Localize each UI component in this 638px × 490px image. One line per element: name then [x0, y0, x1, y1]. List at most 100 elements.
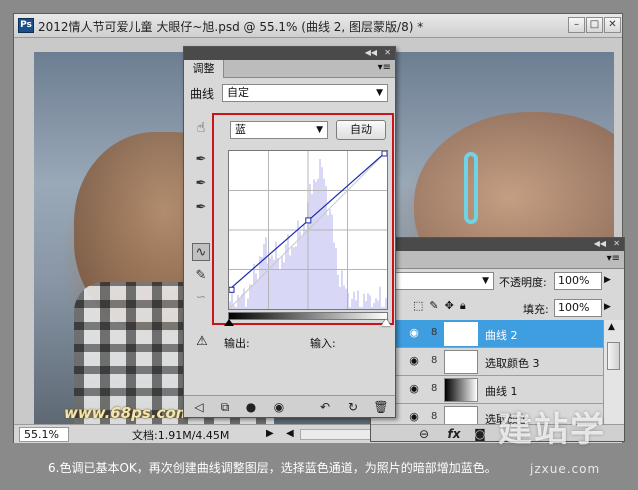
zoom-field[interactable]: 55.1%	[19, 427, 69, 442]
layer-row[interactable]: ◉ 8 曲线 2	[371, 320, 603, 348]
collapse-icon[interactable]: ◀◀	[365, 48, 377, 57]
document-title: 2012情人节可爱儿童 大眼仔~旭.psd @ 55.1% (曲线 2, 图层蒙…	[38, 20, 424, 34]
auto-button[interactable]: 自动	[336, 120, 386, 140]
lock-transparency-icon[interactable]: ⬚	[413, 299, 429, 312]
curve-control-point[interactable]	[305, 217, 312, 224]
panel-menu-icon[interactable]: ▾≡	[378, 62, 391, 73]
histogram-bar	[339, 287, 341, 309]
reset-prev-icon[interactable]: ↶	[316, 399, 334, 415]
scroll-thumb[interactable]	[607, 342, 620, 370]
histogram-bar	[299, 231, 301, 309]
histogram-bar	[273, 259, 275, 309]
histogram-bar	[295, 246, 297, 309]
scroll-left-icon[interactable]: ◀	[286, 428, 294, 439]
clip-icon[interactable]: ⧉	[216, 399, 234, 415]
eye-icon[interactable]: ◉	[407, 382, 421, 396]
curves-graph[interactable]	[228, 150, 388, 310]
curve-control-point[interactable]	[228, 286, 235, 293]
eye-icon[interactable]: ◉	[407, 410, 421, 424]
histogram-bar	[329, 209, 331, 309]
adjustments-panel-header[interactable]: ◀◀ ✕	[184, 47, 395, 60]
histogram-bar	[369, 295, 371, 309]
histogram-bar	[357, 290, 359, 309]
curves-chart[interactable]	[228, 150, 388, 310]
gray-eyedropper-icon[interactable]: ✒	[192, 175, 210, 193]
tab-adjustments[interactable]: 调整	[184, 60, 224, 78]
histogram-bar	[303, 224, 305, 309]
layer-mask-thumbnail[interactable]	[444, 406, 478, 424]
histogram-bar	[289, 255, 291, 309]
preset-select[interactable]: 自定 ▼	[222, 84, 388, 102]
white-eyedropper-icon[interactable]: ✒	[192, 199, 210, 217]
status-menu-arrow-icon[interactable]: ▶	[266, 428, 274, 439]
adjustments-bottom-bar: ◁ ⧉ ● ◉ ↶ ↻ 🗑︎	[184, 395, 395, 417]
layer-row[interactable]: ◉ 8 曲线 1	[371, 376, 603, 404]
curve-control-point[interactable]	[381, 150, 388, 157]
reset-icon[interactable]: ↻	[344, 399, 362, 415]
eye-icon[interactable]: ◉	[407, 326, 421, 340]
smooth-icon[interactable]: ∽	[192, 289, 210, 307]
histogram-bar	[271, 255, 273, 309]
mask-icon[interactable]: ◙	[471, 426, 489, 441]
chain-icon[interactable]: 8	[431, 355, 437, 366]
channel-select[interactable]: 蓝 ▼	[230, 121, 328, 139]
opacity-arrow-icon[interactable]: ▶	[604, 275, 611, 285]
eye-icon[interactable]: ◉	[407, 354, 421, 368]
histogram-bar	[383, 307, 385, 309]
histogram-bar	[287, 234, 289, 309]
trash-icon[interactable]: 🗑︎	[372, 399, 390, 415]
histogram-bar	[261, 257, 263, 309]
link-icon[interactable]: ⊖	[415, 426, 433, 441]
histogram-bar	[237, 294, 239, 309]
lock-position-icon[interactable]: ✥	[445, 299, 460, 312]
maximize-icon[interactable]: □	[586, 17, 603, 33]
title-bar[interactable]: Ps 2012情人节可爱儿童 大眼仔~旭.psd @ 55.1% (曲线 2, …	[14, 14, 622, 38]
lock-all-icon[interactable]: 🔒︎	[460, 299, 472, 312]
histogram-bar	[251, 284, 253, 309]
chain-icon[interactable]: 8	[431, 383, 437, 394]
histogram-bar	[297, 220, 299, 309]
panel-menu-icon[interactable]: ▾≡	[607, 253, 620, 264]
channel-value: 蓝	[235, 123, 246, 136]
fill-field[interactable]: 100%	[554, 299, 602, 317]
lock-icons[interactable]: ⬚✎✥🔒︎	[413, 299, 472, 313]
close-icon[interactable]: ✕	[604, 17, 621, 33]
histogram-bar	[285, 244, 287, 309]
histogram-bar	[275, 241, 277, 309]
black-point-slider[interactable]	[224, 319, 234, 326]
white-point-slider[interactable]	[381, 319, 391, 326]
back-arrow-icon[interactable]: ◁	[190, 399, 208, 415]
histogram-bar	[371, 307, 373, 309]
eye-icon[interactable]: ◉	[270, 399, 288, 415]
layer-row[interactable]: ◉ 8 选取颜色 3	[371, 348, 603, 376]
close-panel-icon[interactable]: ✕	[613, 239, 620, 248]
histogram-bar	[309, 183, 311, 309]
layer-mask-thumbnail[interactable]	[444, 350, 478, 374]
chain-icon[interactable]: 8	[431, 411, 437, 422]
visibility-icon[interactable]: ●	[242, 399, 260, 415]
histogram-bar	[257, 279, 259, 309]
black-eyedropper-icon[interactable]: ✒	[192, 151, 210, 169]
layer-mask-thumbnail[interactable]	[444, 322, 478, 346]
histogram-bar	[319, 159, 321, 309]
hand-adjust-icon[interactable]: ☝	[192, 119, 210, 137]
pencil-icon[interactable]: ✎	[192, 267, 210, 285]
chain-icon[interactable]: 8	[431, 327, 437, 338]
scroll-up-icon[interactable]: ▲	[608, 322, 615, 332]
opacity-label: 不透明度:	[499, 276, 547, 289]
fill-arrow-icon[interactable]: ▶	[604, 302, 611, 312]
layer-name: 曲线 2	[485, 329, 518, 342]
lock-paint-icon[interactable]: ✎	[429, 299, 444, 312]
collapse-icon[interactable]: ◀◀	[594, 239, 606, 248]
curve-tool-icon[interactable]: ∿	[192, 243, 210, 261]
layer-name: 曲线 1	[485, 385, 518, 398]
layer-mask-thumbnail[interactable]	[444, 378, 478, 402]
minimize-icon[interactable]: –	[568, 17, 585, 33]
horizontal-scrollbar[interactable]	[300, 429, 380, 440]
fx-icon[interactable]: fx	[445, 426, 463, 441]
opacity-field[interactable]: 100%	[554, 272, 602, 290]
layers-panel-header[interactable]: ◀◀ ✕	[371, 238, 624, 251]
close-panel-icon[interactable]: ✕	[384, 48, 391, 57]
histogram-bar	[363, 293, 365, 309]
histogram-bar	[281, 256, 283, 309]
